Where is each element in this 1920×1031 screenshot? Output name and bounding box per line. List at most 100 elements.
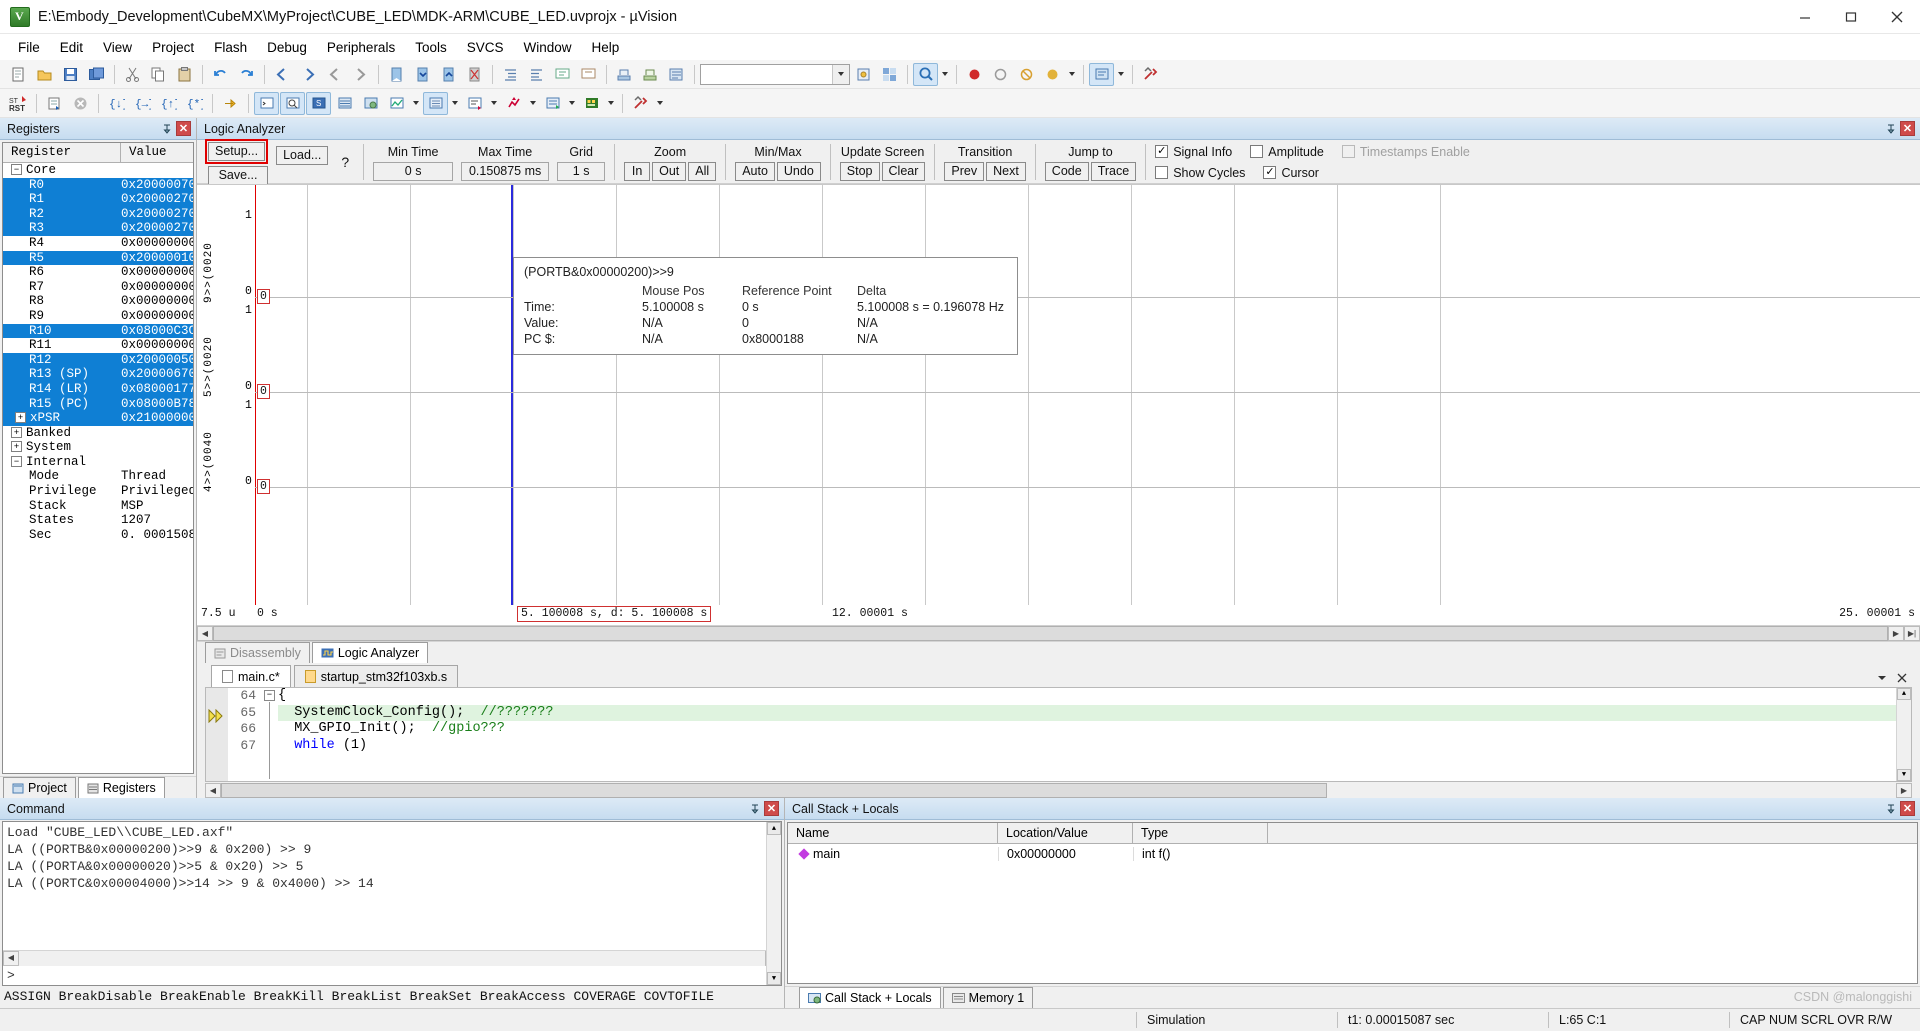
minmax-undo-button[interactable]: Undo — [776, 162, 821, 181]
disassembly-window-icon[interactable] — [280, 91, 305, 115]
update-clear-button[interactable]: Clear — [881, 162, 926, 181]
setup-button[interactable]: Setup... — [208, 142, 266, 161]
register-row[interactable]: R1 0x20000270 — [3, 192, 193, 207]
register-row[interactable]: R13 (SP) 0x20000670 — [3, 367, 193, 382]
max-time-value[interactable]: 0.150875 ms — [461, 162, 550, 181]
tab-startup-s[interactable]: startup_stm32f103xb.s — [293, 665, 459, 687]
bookmark-prev-icon[interactable] — [436, 63, 461, 86]
tab-logic-analyzer[interactable]: Logic Analyzer — [311, 642, 429, 663]
scroll-right-icon[interactable]: ▶ — [1888, 626, 1904, 641]
register-row[interactable]: R4 0x00000000 — [3, 236, 193, 251]
step-over-icon[interactable]: {→} — [130, 92, 155, 115]
editor-lines[interactable]: { SystemClock_Config(); //??????? MX_GPI… — [278, 688, 1896, 781]
search-icon[interactable] — [913, 62, 938, 86]
amplitude-checkbox[interactable]: Amplitude — [1250, 142, 1324, 161]
analysis-window-icon[interactable] — [501, 92, 526, 115]
internal-row[interactable]: Sec0. 00015087 — [3, 528, 193, 543]
menu-file[interactable]: File — [8, 37, 50, 58]
reset-cpu-icon[interactable]: ST RST — [6, 92, 31, 115]
column-name[interactable]: Name — [788, 823, 998, 843]
batch-build-icon[interactable] — [664, 63, 689, 86]
close-icon[interactable]: ✕ — [1900, 801, 1915, 816]
kill-all-breakpoints-icon[interactable] — [1040, 63, 1065, 86]
register-row[interactable]: R6 0x00000000 — [3, 265, 193, 280]
tab-list-dropdown-icon[interactable] — [1876, 672, 1888, 687]
register-row[interactable]: R7 0x00000000 — [3, 280, 193, 295]
code-editor[interactable]: 64 65 66 67 − { SystemClock_Config(); //… — [205, 687, 1912, 782]
internal-row[interactable]: Mode Thread — [3, 469, 193, 484]
rebuild-icon[interactable] — [638, 63, 663, 86]
bookmark-next-icon[interactable] — [410, 63, 435, 86]
bookmark-clear-icon[interactable] — [462, 63, 487, 86]
trace-window-icon[interactable] — [540, 92, 565, 115]
minmax-auto-button[interactable]: Auto — [735, 162, 775, 181]
tab-disassembly[interactable]: Disassembly — [205, 642, 310, 663]
scroll-left-icon[interactable]: ◀ — [3, 950, 19, 966]
run-icon[interactable] — [42, 92, 67, 115]
zoom-in-button[interactable]: In — [624, 162, 651, 181]
close-icon[interactable]: ✕ — [1900, 121, 1915, 136]
update-stop-button[interactable]: Stop — [839, 162, 880, 181]
tab-main-c[interactable]: main.c* — [211, 665, 291, 687]
open-file-icon[interactable] — [32, 63, 57, 86]
menu-debug[interactable]: Debug — [257, 37, 317, 58]
transition-next-button[interactable]: Next — [986, 162, 1026, 181]
tab-memory-1[interactable]: Memory 1 — [942, 987, 1034, 1008]
pin-icon[interactable] — [1884, 122, 1898, 136]
step-out-icon[interactable]: {↑} — [156, 92, 181, 115]
command-vscrollbar[interactable]: ▲ ▼ — [766, 822, 781, 985]
new-file-icon[interactable] — [6, 63, 31, 86]
debug-dropdown-icon[interactable] — [1115, 63, 1127, 86]
undo-icon[interactable] — [208, 63, 233, 86]
disable-all-breakpoints-icon[interactable] — [1014, 63, 1039, 86]
minimize-button[interactable] — [1782, 0, 1828, 34]
zoom-out-button[interactable]: Out — [652, 162, 687, 181]
register-row[interactable]: R15 (PC) 0x08000B78 — [3, 396, 193, 412]
registers-tree[interactable]: Register Value − Core R0 0x20000070 R1 0x20… — [2, 142, 194, 774]
serial-dropdown-icon[interactable] — [488, 92, 500, 115]
symbols-window-icon[interactable]: S — [306, 91, 331, 115]
menu-edit[interactable]: Edit — [50, 37, 93, 58]
bookmark-icon[interactable] — [384, 63, 409, 86]
menu-tools[interactable]: Tools — [405, 37, 457, 58]
register-row[interactable]: R9 0x00000000 — [3, 309, 193, 324]
column-location[interactable]: Location/Value — [998, 823, 1133, 843]
scroll-track[interactable] — [19, 950, 765, 966]
register-row[interactable]: R3 0x20000270 — [3, 221, 193, 236]
tab-registers[interactable]: Registers — [77, 777, 165, 798]
close-icon[interactable]: ✕ — [764, 801, 779, 816]
run-to-cursor-icon[interactable]: {*} — [182, 92, 207, 115]
scroll-track[interactable] — [213, 626, 1888, 641]
pin-icon[interactable] — [160, 122, 174, 136]
menu-project[interactable]: Project — [142, 37, 204, 58]
command-hscrollbar[interactable]: ◀ ▶ — [3, 950, 781, 966]
save-icon[interactable] — [58, 63, 83, 86]
command-output-area[interactable]: Load "CUBE_LED\\CUBE_LED.axf" LA ((PORTB… — [2, 821, 782, 986]
target-options-icon[interactable] — [851, 63, 876, 86]
collapse-icon[interactable]: − — [11, 164, 22, 176]
register-row-xpsr[interactable]: + xPSR 0x21000000 — [3, 411, 193, 426]
menu-peripherals[interactable]: Peripherals — [317, 37, 405, 58]
menu-flash[interactable]: Flash — [204, 37, 257, 58]
register-row[interactable]: R10 0x08000C3C — [3, 323, 193, 339]
save-all-icon[interactable] — [84, 63, 109, 86]
trace-dropdown-icon[interactable] — [566, 92, 578, 115]
cut-icon[interactable] — [120, 63, 145, 86]
scroll-right-icon[interactable]: ▶ — [1896, 782, 1912, 798]
help-button[interactable]: ? — [336, 154, 354, 170]
signal-info-checkbox[interactable]: ✓ Signal Info — [1155, 142, 1232, 161]
configure-tools-icon[interactable] — [1138, 63, 1163, 86]
menu-window[interactable]: Window — [513, 37, 581, 58]
register-row[interactable]: R2 0x20000270 — [3, 206, 193, 222]
expand-icon[interactable]: + — [11, 426, 22, 438]
nav-forward2-icon[interactable] — [348, 63, 373, 86]
outdent-icon[interactable] — [524, 63, 549, 86]
editor-vscrollbar[interactable]: ▲ ▼ — [1896, 688, 1911, 781]
transition-prev-button[interactable]: Prev — [944, 162, 985, 181]
internal-row[interactable]: States 1207 — [3, 513, 193, 528]
editor-close-icon[interactable] — [1896, 672, 1908, 687]
system-viewer-dropdown-icon[interactable] — [605, 92, 617, 115]
cursor-checkbox[interactable]: ✓ Cursor — [1263, 163, 1319, 182]
collapse-icon[interactable]: − — [11, 456, 22, 468]
menu-help[interactable]: Help — [582, 37, 630, 58]
